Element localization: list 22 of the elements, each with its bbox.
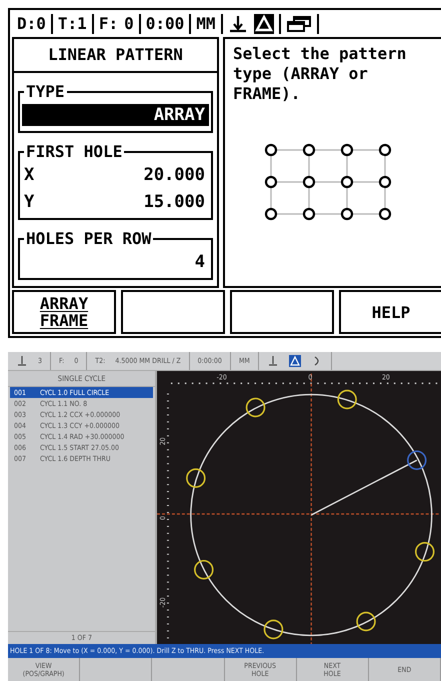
status-text: T:1	[58, 14, 87, 34]
softkey[interactable]: HELP	[339, 290, 441, 334]
group-label: HOLES PER ROW	[25, 232, 152, 246]
blank-softkey[interactable]	[230, 290, 334, 334]
current-hole-icon	[407, 450, 427, 470]
value-field[interactable]: ARRAY	[22, 104, 209, 126]
status-text: 0:00	[146, 14, 184, 34]
form-title: LINEAR PATTERN	[14, 39, 217, 74]
status-text: F:	[98, 14, 118, 34]
group-label: TYPE	[25, 85, 66, 100]
status-text: D:0	[17, 14, 46, 34]
value-field[interactable]: 20.000	[44, 164, 209, 186]
status-text: MM	[196, 14, 216, 34]
value-field[interactable]: 15.000	[44, 190, 209, 213]
axis-label: X	[23, 164, 36, 185]
softkey[interactable]: ARRAY FRAME	[12, 290, 116, 334]
value-field[interactable]: 4	[22, 250, 209, 273]
status-text: 0	[124, 14, 134, 34]
group-label: FIRST HOLE	[25, 145, 124, 160]
blank-softkey[interactable]	[121, 290, 225, 334]
axis-label: Y	[23, 192, 36, 212]
help-text: Select the pattern type (ARRAY or FRAME).	[233, 44, 408, 104]
